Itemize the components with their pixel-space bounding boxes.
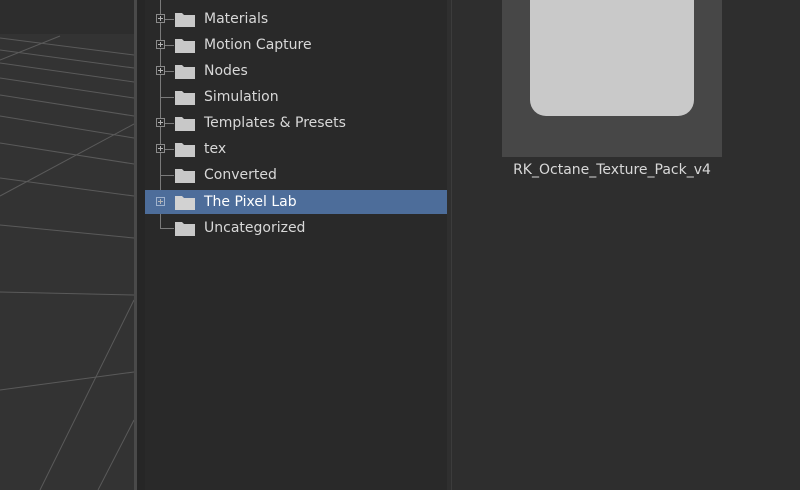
tree-item-templates-presets[interactable]: Templates & Presets bbox=[145, 111, 447, 135]
folder-icon bbox=[530, 0, 694, 116]
tree-item-label: Materials bbox=[204, 11, 269, 27]
3d-viewport[interactable] bbox=[0, 0, 134, 490]
tree-item-motion-capture[interactable]: Motion Capture bbox=[145, 33, 447, 57]
expand-icon[interactable] bbox=[156, 14, 165, 23]
expand-icon[interactable] bbox=[156, 40, 165, 49]
folder-icon bbox=[175, 196, 195, 210]
tree-item-the-pixel-lab[interactable]: The Pixel Lab bbox=[145, 190, 447, 214]
tree-item-label: Motion Capture bbox=[204, 37, 312, 53]
tree-item-label: Converted bbox=[204, 167, 277, 183]
tree-item-tex[interactable]: tex bbox=[145, 137, 447, 161]
tree-item-label: The Pixel Lab bbox=[204, 194, 297, 210]
tree-item-label: Simulation bbox=[204, 89, 279, 105]
tree-item-label: Templates & Presets bbox=[204, 115, 346, 131]
asset-thumbnail[interactable] bbox=[502, 0, 722, 157]
asset-label[interactable]: RK_Octane_Texture_Pack_v4 bbox=[492, 161, 732, 179]
tree-item-label: tex bbox=[204, 141, 227, 157]
folder-icon bbox=[175, 143, 195, 157]
tree-item-materials[interactable]: Materials bbox=[145, 7, 447, 31]
tree-item-label: Nodes bbox=[204, 63, 248, 79]
tree-item-label: Uncategorized bbox=[204, 220, 306, 236]
expand-icon[interactable] bbox=[156, 197, 165, 206]
asset-grid[interactable]: RK_Octane_Texture_Pack_v4 bbox=[452, 0, 800, 490]
expand-icon[interactable] bbox=[156, 144, 165, 153]
expand-icon[interactable] bbox=[156, 118, 165, 127]
expand-icon[interactable] bbox=[156, 66, 165, 75]
folder-icon bbox=[175, 91, 195, 105]
panel-gap bbox=[137, 0, 145, 490]
folder-icon bbox=[175, 117, 195, 131]
folder-icon bbox=[175, 169, 195, 183]
tree-item-converted[interactable]: Converted bbox=[145, 163, 447, 187]
tree-item-simulation[interactable]: Simulation bbox=[145, 85, 447, 109]
folder-icon bbox=[175, 65, 195, 79]
folder-tree[interactable]: Materials Motion Capture Nodes Simulatio… bbox=[145, 0, 447, 490]
tree-item-uncategorized[interactable]: Uncategorized bbox=[145, 216, 447, 240]
tree-item-nodes[interactable]: Nodes bbox=[145, 59, 447, 83]
folder-icon bbox=[175, 222, 195, 236]
viewport-grid bbox=[0, 35, 134, 490]
folder-icon bbox=[175, 39, 195, 53]
folder-icon bbox=[175, 13, 195, 27]
